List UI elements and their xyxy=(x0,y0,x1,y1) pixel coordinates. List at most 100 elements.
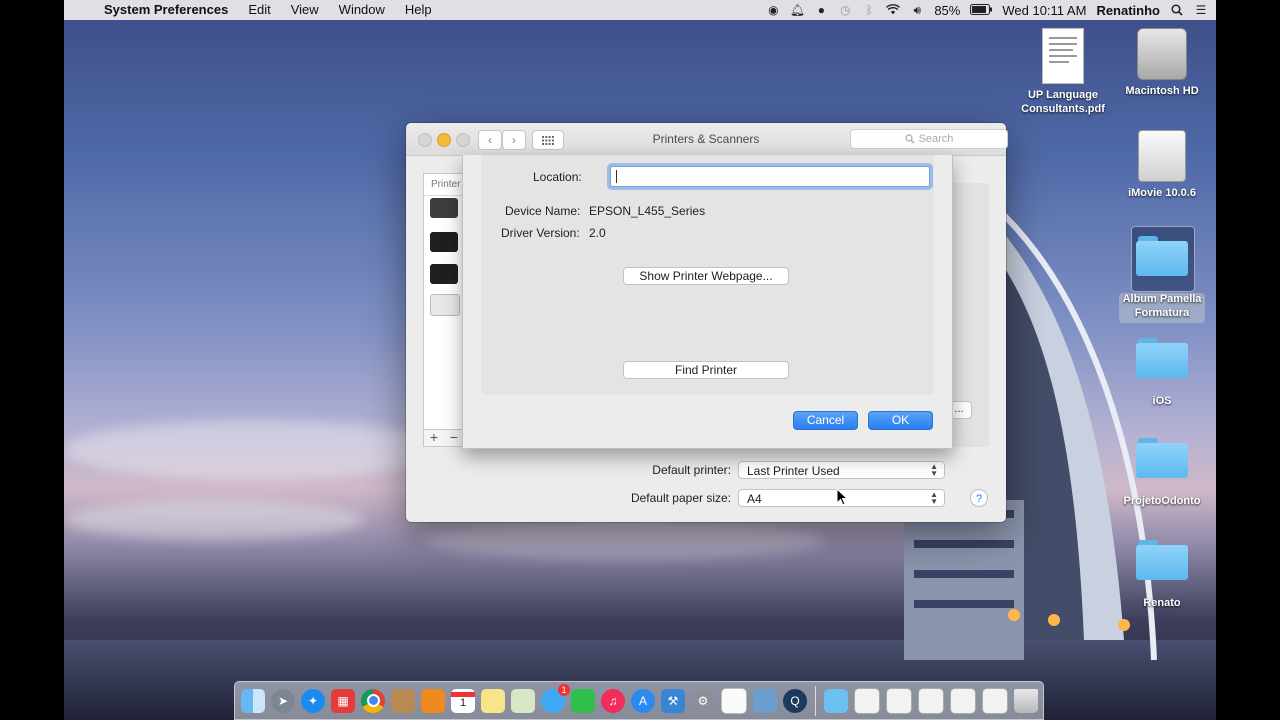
printer-list-header: Printer xyxy=(424,174,464,196)
pdf-document-icon xyxy=(1042,28,1084,84)
bluetooth-icon[interactable]: ᛒ xyxy=(862,3,876,17)
desktop-icon-album-pamella[interactable]: Album Pamella Formatura xyxy=(1112,236,1212,320)
ibooks-icon[interactable] xyxy=(421,688,445,713)
trash-icon[interactable] xyxy=(1014,688,1038,713)
system-preferences-icon[interactable]: ⚙ xyxy=(691,688,715,713)
time-machine-icon[interactable]: ◷ xyxy=(838,3,852,17)
ok-button[interactable]: OK xyxy=(868,411,933,430)
desktop-icon-renato[interactable]: Renato xyxy=(1112,540,1212,610)
screenshot-file-icon[interactable] xyxy=(918,687,944,714)
default-paper-size-label: Default paper size: xyxy=(630,491,731,505)
quicktime-icon[interactable]: Q xyxy=(783,688,807,713)
cloud xyxy=(64,420,444,480)
messages-badge: 1 xyxy=(558,683,570,696)
view-menu[interactable]: View xyxy=(281,0,329,20)
updown-arrows-icon: ▲ ▼ xyxy=(930,462,938,478)
edit-menu[interactable]: Edit xyxy=(238,0,280,20)
wifi-icon[interactable] xyxy=(886,3,901,17)
user-name[interactable]: Renatinho xyxy=(1096,3,1160,18)
notification-bell-icon[interactable]: 🔔︎ xyxy=(790,3,805,17)
default-printer-value: Last Printer Used xyxy=(747,464,840,478)
cloud xyxy=(64,500,364,540)
photo-booth-icon[interactable]: ▦ xyxy=(331,688,355,713)
preview-icon[interactable] xyxy=(511,688,535,713)
downloads-folder-icon[interactable] xyxy=(824,688,848,713)
screenshot-file-icon[interactable] xyxy=(982,687,1008,714)
desktop-icon-imovie[interactable]: iMovie 10.0.6 xyxy=(1112,130,1212,200)
window-menu[interactable]: Window xyxy=(329,0,395,20)
mouse-pointer-icon xyxy=(836,488,848,506)
notes-icon[interactable] xyxy=(481,688,505,713)
disk-image-icon xyxy=(1138,130,1186,182)
location-label: Location: xyxy=(533,170,582,184)
default-printer-popup[interactable]: Last Printer Used ▲ ▼ xyxy=(738,461,945,479)
screenshot-file-icon[interactable] xyxy=(854,687,880,714)
device-name-label: Device Name: xyxy=(505,204,581,218)
desktop-icon-macintosh-hd[interactable]: Macintosh HD xyxy=(1112,28,1212,98)
default-printer-label: Default printer: xyxy=(652,463,731,477)
text-cursor xyxy=(616,170,617,183)
desktop: System Preferences Edit View Window Help… xyxy=(64,0,1216,720)
dock: ➤ ✦ ▦ 1 1 ♫ A ⚒ ⚙ Q xyxy=(234,681,1044,720)
clock[interactable]: Wed 10:11 AM xyxy=(1002,3,1086,18)
printer-icon[interactable] xyxy=(430,232,458,252)
location-input[interactable] xyxy=(610,166,930,187)
printers-scanners-window: ‹ › Printers & Scanners Search Printer +… xyxy=(406,123,1008,522)
contacts-icon[interactable] xyxy=(391,688,415,713)
add-remove-bar: + − xyxy=(423,429,465,447)
desktop-icon-ios[interactable]: iOS xyxy=(1112,338,1212,408)
desktop-icon-label: iOS xyxy=(1152,395,1172,407)
find-printer-button[interactable]: Find Printer xyxy=(623,361,789,379)
status-app-icon[interactable]: ● xyxy=(814,3,828,17)
help-button[interactable]: ? xyxy=(970,489,988,507)
title-bar[interactable]: ‹ › Printers & Scanners Search xyxy=(406,123,1008,156)
desktop-icon-label: iMovie 10.0.6 xyxy=(1128,187,1196,199)
desktop-icon-pdf[interactable]: UP Language Consultants.pdf xyxy=(1013,28,1113,116)
printer-list[interactable]: Printer xyxy=(423,173,465,439)
desktop-icon-label: Album Pamella Formatura xyxy=(1122,293,1202,319)
battery-icon[interactable] xyxy=(970,3,993,18)
show-printer-webpage-button[interactable]: Show Printer Webpage... xyxy=(623,267,789,285)
updown-arrows-icon: ▲ ▼ xyxy=(930,490,938,506)
finder-icon[interactable] xyxy=(241,688,265,713)
launchpad-icon[interactable]: ➤ xyxy=(271,688,295,713)
printer-info-sheet: Location: Device Name: EPSON_L455_Series… xyxy=(462,155,953,449)
folder-icon xyxy=(1136,236,1188,276)
printer-icon[interactable] xyxy=(430,264,458,284)
desktop-icon-label: UP Language Consultants.pdf xyxy=(1021,89,1105,115)
printer-icon[interactable] xyxy=(430,294,460,316)
volume-icon[interactable]: 🔊︎ xyxy=(910,3,924,17)
desktop-icon-label: Renato xyxy=(1143,597,1181,609)
printer-icon[interactable] xyxy=(430,198,458,218)
textedit-icon[interactable] xyxy=(721,687,747,714)
safari-icon[interactable]: ✦ xyxy=(301,688,325,713)
help-menu[interactable]: Help xyxy=(395,0,442,20)
calendar-icon[interactable]: 1 xyxy=(451,688,475,713)
desktop-icon-projetoodonto[interactable]: ProjetoOdonto xyxy=(1112,438,1212,508)
add-printer-button[interactable]: + xyxy=(424,430,444,446)
xcode-icon[interactable]: ⚒ xyxy=(661,688,685,713)
sheet-content-panel: Location: Device Name: EPSON_L455_Series… xyxy=(481,155,934,395)
record-icon[interactable]: ◉ xyxy=(766,3,780,17)
hard-drive-icon xyxy=(1137,28,1187,80)
facetime-icon[interactable] xyxy=(571,688,595,713)
chrome-icon[interactable] xyxy=(361,688,385,713)
cancel-button[interactable]: Cancel xyxy=(793,411,858,430)
folder-icon xyxy=(1136,438,1188,478)
battery-percent[interactable]: 85% xyxy=(934,3,960,18)
search-field[interactable]: Search xyxy=(850,129,1008,149)
default-paper-size-value: A4 xyxy=(747,492,762,506)
itunes-icon[interactable]: ♫ xyxy=(601,688,625,713)
spotlight-search-icon[interactable] xyxy=(1170,3,1184,17)
image-viewer-icon[interactable] xyxy=(753,688,777,713)
folder-icon xyxy=(1136,338,1188,378)
app-store-icon[interactable]: A xyxy=(631,688,655,713)
menu-bar: System Preferences Edit View Window Help… xyxy=(64,0,1216,20)
screenshot-file-icon[interactable] xyxy=(950,687,976,714)
notification-center-icon[interactable]: ☰ xyxy=(1194,3,1208,17)
remove-printer-button[interactable]: − xyxy=(444,430,464,446)
desktop-icon-label: Macintosh HD xyxy=(1125,85,1199,97)
messages-icon[interactable]: 1 xyxy=(541,683,570,713)
screenshot-file-icon[interactable] xyxy=(886,687,912,714)
app-menu[interactable]: System Preferences xyxy=(94,0,238,20)
